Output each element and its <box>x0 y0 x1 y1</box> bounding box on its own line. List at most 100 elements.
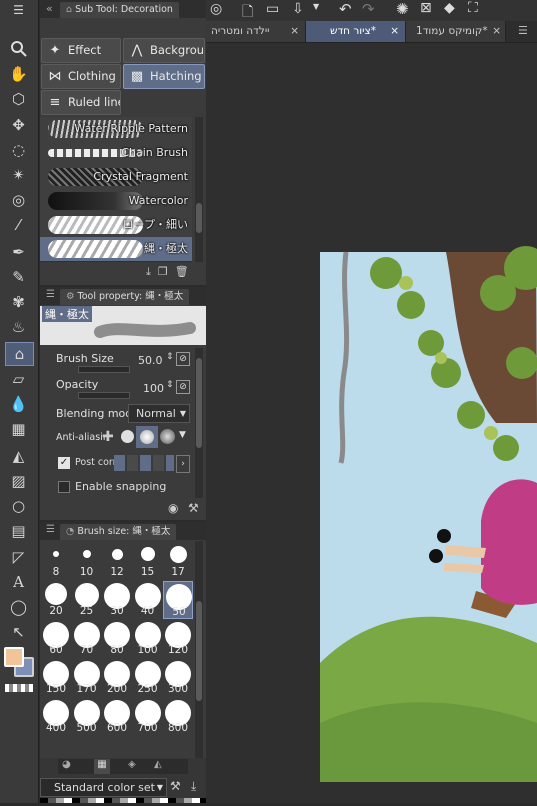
category-effect[interactable]: ✦ Effect <box>41 38 121 63</box>
brush-item-rope-thick[interactable]: 縄・極太 <box>40 237 192 262</box>
brush-size-30[interactable]: 30 <box>102 581 132 619</box>
collapse-icon[interactable]: « <box>46 2 53 15</box>
opacity-slider[interactable] <box>78 392 130 399</box>
magic-wand-icon[interactable]: ✴ <box>5 164 32 186</box>
brush-size-tab[interactable]: ◔ Brush size: 縄・極太 <box>60 524 177 540</box>
airbrush-icon[interactable]: ♨ <box>5 316 32 338</box>
redo-icon[interactable]: ↷ <box>362 0 375 18</box>
brush-size-250[interactable]: 250 <box>133 659 163 697</box>
wrench-icon[interactable]: ⚒ <box>188 501 199 515</box>
brush-size-slider[interactable] <box>78 366 130 373</box>
brush-size-20[interactable]: 20 <box>41 581 71 619</box>
antialias-strong-icon[interactable] <box>160 429 175 444</box>
category-clothing[interactable]: ⋈ Clothing <box>41 64 121 89</box>
canvas-area[interactable] <box>206 43 537 803</box>
color-wheel-tab-icon[interactable]: ◕ <box>62 759 71 770</box>
brush-size-500[interactable]: 500 <box>72 698 102 736</box>
hand-icon[interactable]: ✋ <box>5 63 32 85</box>
brush-size-8[interactable]: 8 <box>41 542 71 580</box>
blend-icon[interactable]: 💧 <box>5 393 32 415</box>
ruler-icon[interactable]: ◸ <box>5 546 32 568</box>
antialias-weak-icon[interactable] <box>121 430 134 443</box>
antialias-none-icon[interactable]: ✚ <box>102 429 114 445</box>
save-icon[interactable]: ⇩ <box>292 1 304 17</box>
category-background[interactable]: ⋀Backgroun <box>123 38 205 63</box>
download-icon[interactable]: ⤓ <box>146 265 158 278</box>
tool-property-scrollbar[interactable] <box>195 348 203 498</box>
brush-size-700[interactable]: 700 <box>133 698 163 736</box>
brush-size-300[interactable]: 300 <box>163 659 193 697</box>
brush-list-scrollbar[interactable] <box>195 117 203 262</box>
spin-icon[interactable]: ⇕ <box>166 380 174 390</box>
blending-mode-select[interactable]: Normal ▼ <box>128 404 190 423</box>
color-set-select[interactable]: Standard color set ▼ <box>40 778 167 797</box>
opacity-value[interactable]: 100 <box>143 382 164 395</box>
tab-document-1[interactable]: יילדה ומטריה × <box>206 21 306 42</box>
menu-icon[interactable]: ☰ <box>5 2 32 18</box>
brush-size-120[interactable]: 120 <box>163 620 193 658</box>
chevron-down-icon[interactable]: ▼ <box>179 430 186 440</box>
snapping-checkbox[interactable] <box>58 481 70 493</box>
eyedropper-icon[interactable]: ◎ <box>5 189 32 211</box>
menu-icon[interactable]: ☰ <box>46 524 55 535</box>
trash-icon[interactable]: 🗑 <box>175 265 196 278</box>
eraser-icon[interactable]: ▱ <box>5 368 32 390</box>
intermediate-tab-icon[interactable]: ◭ <box>154 759 162 770</box>
history-tab-icon[interactable]: ◈ <box>128 759 136 770</box>
post-correction-level[interactable] <box>114 455 174 471</box>
gradient-icon[interactable]: ▨ <box>5 470 32 492</box>
lasso-icon[interactable]: ◌ <box>5 139 32 161</box>
tab-document-3[interactable]: קומיקס עמוד1* × <box>406 21 506 42</box>
brush-size-70[interactable]: 70 <box>72 620 102 658</box>
brush-item-watercolor[interactable]: Watercolor <box>40 189 192 214</box>
wrench-icon[interactable]: ⚒ <box>170 779 181 793</box>
color-swatches-row[interactable] <box>40 798 206 803</box>
brush-size-12[interactable]: 12 <box>102 542 132 580</box>
clear-icon[interactable]: ⊠ <box>420 0 432 16</box>
move-icon[interactable]: ✥ <box>5 114 32 136</box>
grid-icon[interactable]: ▦ <box>5 418 32 440</box>
text-icon[interactable]: A <box>5 571 32 593</box>
spin-icon[interactable]: ⇕ <box>166 352 174 362</box>
brush-size-600[interactable]: 600 <box>102 698 132 736</box>
brush-size-40[interactable]: 40 <box>133 581 163 619</box>
brush-size-60[interactable]: 60 <box>41 620 71 658</box>
artwork-canvas[interactable] <box>206 43 537 803</box>
brush-size-100[interactable]: 100 <box>133 620 163 658</box>
brush-size-200[interactable]: 200 <box>102 659 132 697</box>
post-correction-checkbox[interactable]: ✓ <box>58 457 70 469</box>
chevron-right-icon[interactable]: › <box>176 455 190 473</box>
brush-size-value[interactable]: 50.0 <box>138 354 163 367</box>
zoom-icon[interactable] <box>5 38 32 60</box>
brush-size-17[interactable]: 17 <box>163 542 193 580</box>
category-hatching[interactable]: ▩Hatching a <box>123 64 205 89</box>
subtool-tab[interactable]: ⌂ Sub Tool: Decoration <box>60 2 179 18</box>
brush-size-80[interactable]: 80 <box>102 620 132 658</box>
brush-icon[interactable]: ✾ <box>5 291 32 313</box>
pressure-icon[interactable]: ⊘ <box>176 380 190 394</box>
brush-size-170[interactable]: 170 <box>72 659 102 697</box>
tab-document-2[interactable]: ציור חדש* × <box>306 21 406 42</box>
category-ruled-line[interactable]: ≡ Ruled line <box>41 90 121 115</box>
color-set-tab-icon[interactable]: ▦ <box>94 759 110 774</box>
loading-icon[interactable]: ✺ <box>396 0 409 18</box>
brush-item-rope-thin[interactable]: ロープ・細い <box>40 213 192 238</box>
brush-size-400[interactable]: 400 <box>41 698 71 736</box>
undo-icon[interactable]: ↶ <box>339 0 352 18</box>
frame-icon[interactable]: ▤ <box>5 520 32 542</box>
balloon-icon[interactable]: ◯ <box>5 596 32 618</box>
brush-size-50[interactable]: 50 <box>163 581 193 619</box>
brush-size-15[interactable]: 15 <box>133 542 163 580</box>
fill-icon[interactable]: ◆ <box>444 0 455 16</box>
brush-item-water-ripple[interactable]: Water Ripple Pattern <box>40 117 192 142</box>
main-color-swatch[interactable] <box>4 647 24 667</box>
rotate-icon[interactable]: ⬡ <box>5 88 32 110</box>
transparent-color-swatch[interactable] <box>5 684 33 692</box>
correct-line-icon[interactable]: ↖ <box>5 621 32 643</box>
brush-size-800[interactable]: 800 <box>163 698 193 736</box>
brush-size-25[interactable]: 25 <box>72 581 102 619</box>
fill-icon[interactable]: ◭ <box>5 445 32 467</box>
menu-icon[interactable]: ☰ <box>46 289 55 300</box>
brush-size-scrollbar[interactable] <box>195 541 203 758</box>
pencil-icon[interactable]: ✎ <box>5 266 32 288</box>
